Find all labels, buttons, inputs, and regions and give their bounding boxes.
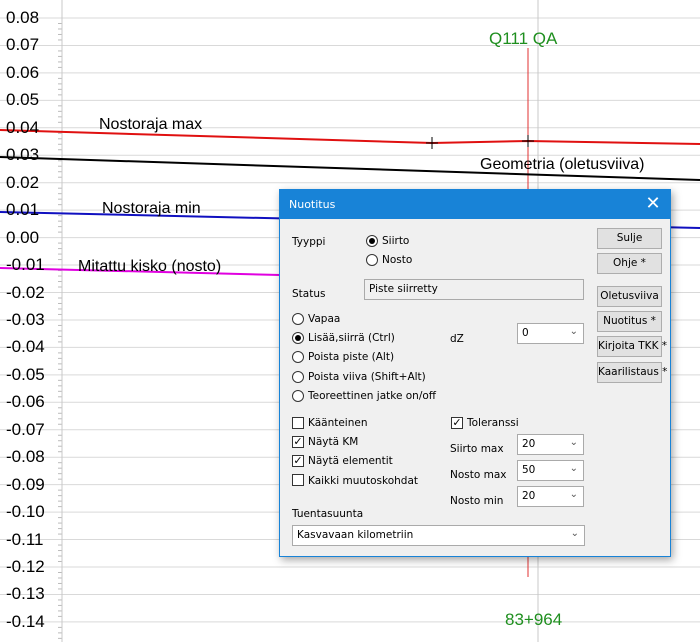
status-field: Piste siirretty xyxy=(364,279,584,300)
marker-label-top: Q111 QA xyxy=(489,29,558,48)
nosto-max-label: Nosto max xyxy=(450,469,507,481)
mode-label-poista-viiva[interactable]: Poista viiva (Shift+Alt) xyxy=(308,371,426,383)
dz-label: dZ xyxy=(450,333,464,345)
checkbox-toleranssi[interactable]: ✓ xyxy=(451,417,463,429)
siirto-max-label: Siirto max xyxy=(450,443,504,455)
radio-mode-poista-viiva[interactable] xyxy=(292,371,304,383)
y-tick-label: -0.12 xyxy=(6,557,45,576)
y-tick-label: 0.01 xyxy=(6,200,40,220)
oletusviiva-button[interactable]: Oletusviiva xyxy=(597,286,662,307)
siirto-max-value: 20 xyxy=(522,438,536,450)
y-tick-label: 0.00 xyxy=(6,227,40,247)
check-label-nayta-elementit[interactable]: Näytä elementit xyxy=(308,455,393,467)
mode-label-teoreettinen[interactable]: Teoreettinen jatke on/off xyxy=(308,390,436,402)
radio-mode-vapaa[interactable] xyxy=(292,313,304,325)
y-tick-label: -0.02 xyxy=(6,282,45,302)
y-tick-label: -0.03 xyxy=(6,309,45,329)
siirto-max-select[interactable]: 20 ⌄ xyxy=(517,434,584,455)
check-label-kaanteinen[interactable]: Käänteinen xyxy=(308,417,368,429)
nosto-max-select[interactable]: 50 ⌄ xyxy=(517,460,584,481)
dialog-titlebar[interactable]: Nuotitus ✕ xyxy=(280,190,670,219)
nuotitus-button[interactable]: Nuotitus * xyxy=(597,311,662,332)
radio-mode-poista-piste[interactable] xyxy=(292,351,304,363)
y-tick-label: -0.13 xyxy=(6,584,45,604)
tuentasuunta-value: Kasvavaan kilometriin xyxy=(297,529,414,541)
label-nostoraja-max: Nostoraja max xyxy=(99,116,203,133)
nosto-min-select[interactable]: 20 ⌄ xyxy=(517,486,584,507)
nosto-min-value: 20 xyxy=(522,490,536,502)
y-tick-label: 0.08 xyxy=(6,8,40,27)
radio-nosto-label[interactable]: Nosto xyxy=(382,254,412,266)
y-tick-label: -0.11 xyxy=(6,529,44,549)
mode-label-poista-piste[interactable]: Poista piste (Alt) xyxy=(308,351,394,363)
check-label-toleranssi[interactable]: Toleranssi xyxy=(467,417,519,429)
dialog-title: Nuotitus xyxy=(289,198,336,211)
mode-label-lisaa[interactable]: Lisää,siirrä (Ctrl) xyxy=(308,332,395,344)
chevron-down-icon: ⌄ xyxy=(570,528,579,539)
y-tick-label: 0.04 xyxy=(6,117,40,137)
checkbox-nayta-elementit[interactable]: ✓ xyxy=(292,455,304,467)
radio-mode-teoreettinen[interactable] xyxy=(292,390,304,402)
radio-nosto[interactable] xyxy=(366,254,378,266)
nuotitus-dialog: Nuotitus ✕ Tyyppi Siirto Nosto Status Pi… xyxy=(279,189,671,557)
y-tick-label: -0.07 xyxy=(6,419,45,439)
y-tick-label: -0.09 xyxy=(6,474,45,494)
radio-mode-lisaa[interactable] xyxy=(292,332,304,344)
y-tick-label: 0.03 xyxy=(6,145,40,165)
y-tick-label: -0.04 xyxy=(6,337,45,357)
sulje-button[interactable]: Sulje xyxy=(597,228,662,249)
status-label: Status xyxy=(292,288,326,300)
dz-value: 0 xyxy=(522,327,529,339)
label-nostoraja-min: Nostoraja min xyxy=(102,200,201,217)
tuentasuunta-label: Tuentasuunta xyxy=(292,508,364,520)
vertex-cross-2[interactable] xyxy=(522,135,534,147)
radio-siirto-label[interactable]: Siirto xyxy=(382,235,409,247)
ohje-button[interactable]: Ohje * xyxy=(597,253,662,274)
nosto-min-label: Nosto min xyxy=(450,495,504,507)
y-tick-label: 0.05 xyxy=(6,90,40,110)
radio-siirto[interactable] xyxy=(366,235,378,247)
tyyppi-label: Tyyppi xyxy=(292,236,326,248)
mode-label-vapaa[interactable]: Vapaa xyxy=(308,313,340,325)
y-tick-label: -0.14 xyxy=(6,611,45,631)
chevron-down-icon: ⌄ xyxy=(569,489,578,500)
chevron-down-icon: ⌄ xyxy=(569,326,578,337)
marker-label-bottom: 83+964 xyxy=(505,610,563,629)
y-tick-label: -0.06 xyxy=(6,392,45,412)
checkbox-nayta-km[interactable]: ✓ xyxy=(292,436,304,448)
y-tick-label: 0.02 xyxy=(6,172,40,192)
y-tick-label: -0.01 xyxy=(6,255,45,275)
check-label-nayta-km[interactable]: Näytä KM xyxy=(308,436,358,448)
close-icon[interactable]: ✕ xyxy=(636,190,670,219)
label-geometria: Geometria (oletusviiva) xyxy=(480,156,645,173)
y-tick-label: -0.05 xyxy=(6,364,45,384)
check-label-kaikki-muutoskohdat[interactable]: Kaikki muutoskohdat xyxy=(308,475,418,487)
checkbox-kaanteinen[interactable] xyxy=(292,417,304,429)
vertex-cross-1[interactable] xyxy=(426,137,438,149)
chevron-down-icon: ⌄ xyxy=(569,437,578,448)
y-tick-label: -0.10 xyxy=(6,502,45,522)
label-mitattu-kisko: Mitattu kisko (nosto) xyxy=(78,258,222,275)
nosto-max-value: 50 xyxy=(522,464,536,476)
y-tick-label: 0.06 xyxy=(6,62,40,82)
chevron-down-icon: ⌄ xyxy=(569,463,578,474)
y-tick-label: 0.07 xyxy=(6,35,40,55)
tuentasuunta-select[interactable]: Kasvavaan kilometriin ⌄ xyxy=(292,525,585,546)
checkbox-kaikki-muutoskohdat[interactable] xyxy=(292,474,304,486)
dz-select[interactable]: 0 ⌄ xyxy=(517,323,584,344)
kirjoita-tkk-button[interactable]: Kirjoita TKK * xyxy=(597,336,667,357)
y-tick-label: -0.08 xyxy=(6,447,45,467)
kaarilistaus-button[interactable]: Kaarilistaus * xyxy=(597,362,667,383)
